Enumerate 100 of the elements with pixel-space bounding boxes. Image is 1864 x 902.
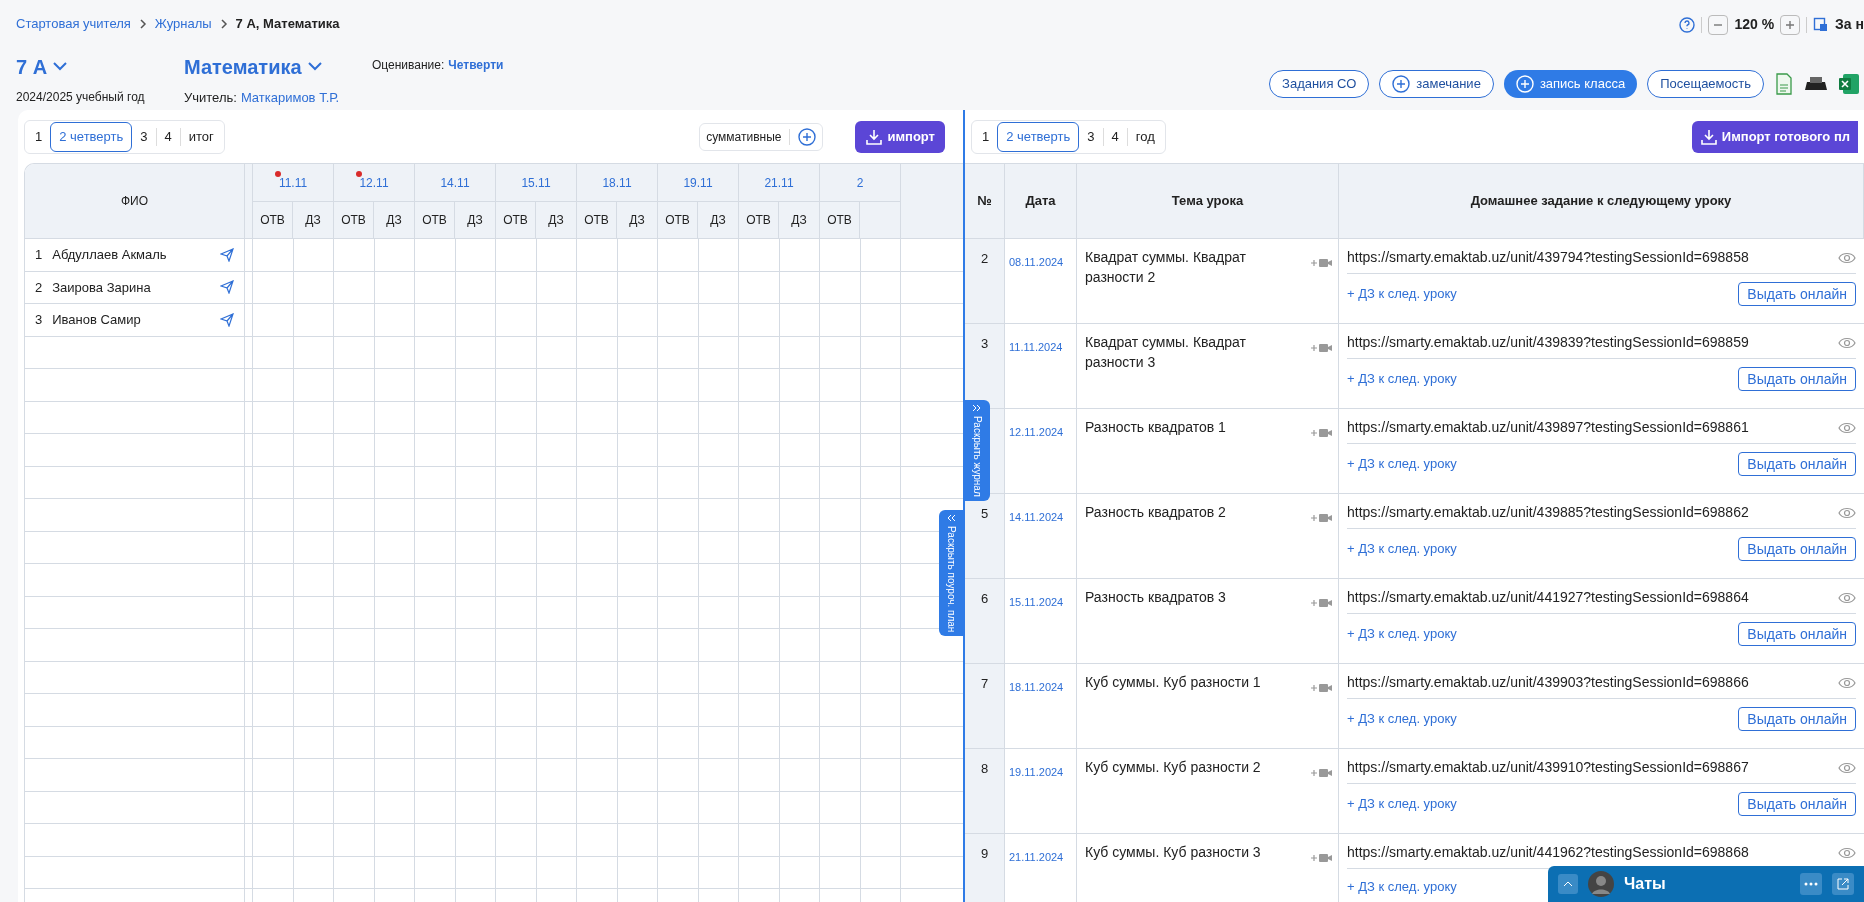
send-icon[interactable] [220,280,234,295]
date-header[interactable]: 21.11 [764,173,794,192]
subcolumn-header: ОТВ [665,212,690,229]
add-homework-link[interactable]: + ДЗ к след. уроку [1347,794,1457,814]
send-icon[interactable] [220,247,234,262]
quarter-tab[interactable]: 3 [1079,121,1103,152]
quarter-tab[interactable]: итог [180,121,222,152]
lesson-date[interactable]: 18.11.2024 [1009,681,1064,693]
lesson-date[interactable]: 12.11.2024 [1009,426,1064,438]
date-header[interactable]: 11.11 [278,173,308,192]
eye-icon[interactable] [1838,421,1856,434]
lesson-date[interactable]: 08.11.2024 [1009,256,1064,268]
spreadsheet-icon[interactable] [1838,73,1860,95]
assign-online-button[interactable]: Выдать онлайн [1738,452,1856,476]
assign-online-button[interactable]: Выдать онлайн [1738,707,1856,731]
expand-plan-tab[interactable]: Раскрыть поуроч. план [939,510,963,637]
open-external-button[interactable] [1832,873,1854,895]
action-button[interactable]: Посещаемость [1647,70,1764,98]
student-name[interactable]: Абдуллаев Акмаль [52,245,167,265]
class-selector[interactable]: 7 А [16,51,68,82]
lesson-date[interactable]: 15.11.2024 [1009,596,1064,608]
eye-icon[interactable] [1838,251,1856,264]
subcolumn-header: ДЗ [629,212,645,229]
date-header[interactable]: 15.11 [521,173,551,192]
add-video-icon[interactable] [1310,342,1332,354]
homework-link[interactable]: https://smarty.emaktab.uz/unit/439903?testingSessionId=698866 [1347,672,1749,693]
homework-link[interactable]: https://smarty.emaktab.uz/unit/439794?testingSessionId=698858 [1347,247,1749,268]
quarter-tab[interactable]: 2 четверть [50,121,133,152]
quarter-tab[interactable]: 1 [27,121,51,152]
row-number: 1 [35,246,43,264]
zoom-out-button[interactable] [1708,14,1729,35]
action-button[interactable]: Задания СО [1269,70,1370,98]
chat-bar[interactable]: Чаты [1548,866,1864,902]
add-homework-link[interactable]: + ДЗ к след. уроку [1347,369,1457,389]
lesson-date[interactable]: 11.11.2024 [1009,341,1063,353]
eye-icon[interactable] [1838,761,1856,774]
action-button[interactable]: замечание [1379,70,1494,98]
quarter-tab[interactable]: 2 четверть [997,121,1080,152]
eye-icon[interactable] [1838,676,1856,689]
homework-link[interactable]: https://smarty.emaktab.uz/unit/439897?testingSessionId=698861 [1347,417,1749,438]
breadcrumb-link[interactable]: Журналы [154,14,212,34]
eye-icon[interactable] [1838,591,1856,604]
add-homework-link[interactable]: + ДЗ к след. уроку [1347,539,1457,559]
breadcrumb-link[interactable]: Стартовая учителя [16,14,131,34]
send-icon[interactable] [220,312,234,327]
quarter-tab[interactable]: 4 [1103,121,1127,152]
add-video-icon[interactable] [1310,682,1332,694]
add-video-icon[interactable] [1310,257,1332,269]
add-video-icon[interactable] [1310,767,1332,779]
student-name[interactable]: Заирова Зарина [52,277,151,297]
quarter-tab[interactable]: 1 [974,121,998,152]
add-video-icon[interactable] [1310,512,1332,524]
side-label[interactable]: За н [1835,14,1864,35]
column-header: Домашнее задание к следующему уроку [1470,192,1732,211]
homework-link[interactable]: https://smarty.emaktab.uz/unit/439885?testingSessionId=698862 [1347,502,1749,523]
date-header[interactable]: 19.11 [683,173,713,192]
add-video-icon[interactable] [1310,597,1332,609]
date-header[interactable]: 14.11 [440,173,470,192]
zoom-in-button[interactable] [1780,14,1801,35]
add-homework-link[interactable]: + ДЗ к след. уроку [1347,877,1457,897]
homework-link[interactable]: https://smarty.emaktab.uz/unit/441927?testingSessionId=698864 [1347,587,1749,608]
assign-online-button[interactable]: Выдать онлайн [1738,367,1856,391]
lesson-date[interactable]: 19.11.2024 [1009,766,1064,778]
eye-icon[interactable] [1838,506,1856,519]
eye-icon[interactable] [1838,846,1856,859]
add-homework-link[interactable]: + ДЗ к след. уроку [1347,454,1457,474]
add-homework-link[interactable]: + ДЗ к след. уроку [1347,624,1457,644]
assign-online-button[interactable]: Выдать онлайн [1738,792,1856,816]
plus-circle-icon [1392,75,1411,93]
assign-online-button[interactable]: Выдать онлайн [1738,537,1856,561]
more-button[interactable] [1800,873,1822,895]
lesson-date[interactable]: 21.11.2024 [1009,851,1064,863]
subject-selector[interactable]: Математика [184,51,322,82]
document-icon[interactable] [1774,73,1794,95]
homework-link[interactable]: https://smarty.emaktab.uz/unit/441962?testingSessionId=698868 [1347,842,1749,863]
quarter-tab[interactable]: год [1127,121,1163,152]
help-icon[interactable] [1679,16,1696,33]
add-video-icon[interactable] [1310,852,1332,864]
assign-online-button[interactable]: Выдать онлайн [1738,282,1856,306]
expand-journal-tab[interactable]: Раскрыть журнал [964,400,990,501]
add-homework-link[interactable]: + ДЗ к след. уроку [1347,284,1457,304]
quarter-tab[interactable]: 3 [132,121,156,152]
homework-link[interactable]: https://smarty.emaktab.uz/unit/439839?testingSessionId=698859 [1347,332,1749,353]
assign-online-button[interactable]: Выдать онлайн [1738,622,1856,646]
import-plan-button[interactable]: Импорт готового пл [1691,120,1858,153]
date-header[interactable]: 2 [856,173,864,192]
save-icon[interactable] [1813,16,1830,33]
add-homework-link[interactable]: + ДЗ к след. уроку [1347,709,1457,729]
import-button[interactable]: импорт [855,120,945,153]
date-header[interactable]: 12.11 [359,173,389,192]
lesson-date[interactable]: 14.11.2024 [1009,511,1064,523]
action-button[interactable]: запись класса [1503,70,1638,98]
student-name[interactable]: Иванов Самир [52,310,141,330]
quarter-tab[interactable]: 4 [156,121,180,152]
date-header[interactable]: 18.11 [602,173,632,192]
teacher-link[interactable]: Маткаримов Т.Р. [240,87,340,107]
eye-icon[interactable] [1838,336,1856,349]
add-video-icon[interactable] [1310,427,1332,439]
homework-link[interactable]: https://smarty.emaktab.uz/unit/439910?testingSessionId=698867 [1347,757,1749,778]
summative-toggle[interactable]: суммативные [699,122,824,151]
